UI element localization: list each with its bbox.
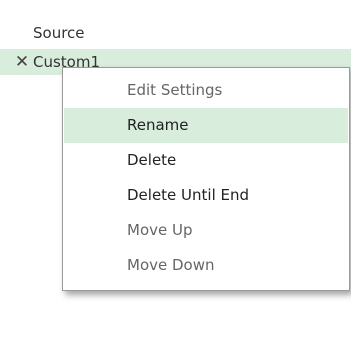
menu-item-move-down: Move Down (127, 256, 215, 274)
applied-steps-panel: Source ✕ Custom1 Edit Settings Rename De… (0, 0, 351, 361)
menu-item-delete-until-end[interactable]: Delete Until End (64, 178, 348, 213)
step-label: Source (33, 24, 85, 42)
menu-item-edit-settings: Edit Settings (127, 81, 223, 99)
step-source[interactable]: Source (0, 20, 351, 46)
menu-item-delete[interactable]: Delete (64, 143, 348, 178)
context-menu: Edit Settings Rename Delete Delete Until… (62, 67, 350, 291)
delete-step-icon[interactable]: ✕ (13, 49, 31, 75)
menu-item-move-up: Move Up (127, 221, 193, 239)
menu-item-rename[interactable]: Rename (64, 108, 348, 143)
